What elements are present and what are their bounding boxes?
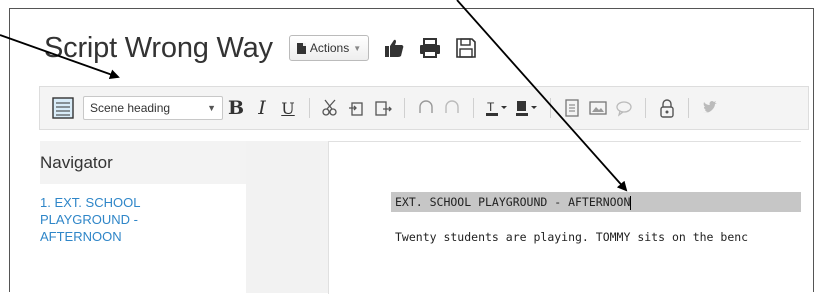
annotation-arrow-scene-heading bbox=[456, 0, 628, 192]
annotation-arrows bbox=[0, 0, 628, 192]
annotation-arrow-style-select bbox=[0, 34, 120, 80]
